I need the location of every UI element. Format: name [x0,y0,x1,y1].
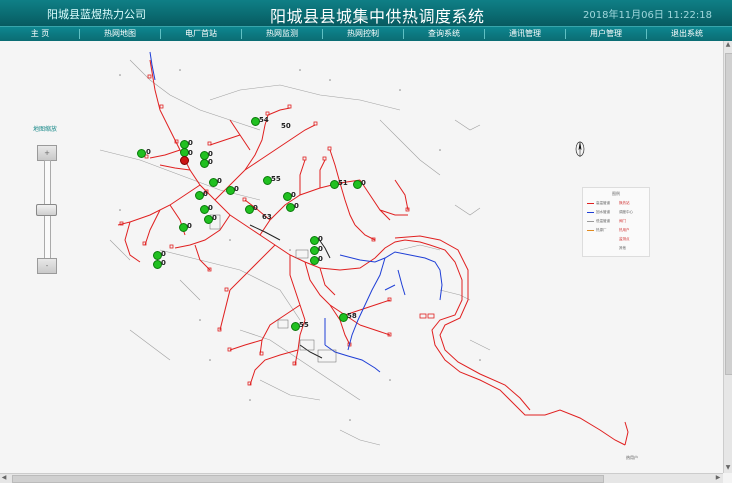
station-value: 0 [203,190,208,198]
zoom-slider-thumb[interactable] [36,204,57,216]
zoom-in-button[interactable]: + [37,145,57,161]
station-value: 55 [299,321,309,329]
menu-network-control[interactable]: 热网控制 [323,27,403,41]
company-name: 阳城县蓝煜热力公司 [47,8,146,21]
legend-swatch [587,230,594,231]
station-value: 51 [338,179,348,187]
station-value: 0 [234,185,239,193]
station-value: 55 [271,175,281,183]
station-value: 0 [208,158,213,166]
legend-item: 监测点 [619,237,630,241]
station-value: 0 [188,149,193,157]
station-value: 0 [253,204,258,212]
system-title: 阳城县县城集中供热调度系统 [270,7,485,26]
station-value: 58 [347,312,357,320]
station-value: 0 [187,222,192,230]
station-value: 0 [318,255,323,263]
station-value: 0 [361,179,366,187]
legend-swatch [587,221,594,222]
scroll-left-icon[interactable]: ◀ [0,474,8,482]
menu-query-system[interactable]: 查询系统 [404,27,484,41]
station-value: 0 [318,245,323,253]
station-value: 0 [208,150,213,158]
legend-item: 高温管道 [596,201,610,205]
map-terrain-dots [119,69,481,421]
station-value: 0 [212,214,217,222]
legend-item: 调度中心 [619,210,633,214]
station-value: 0 [188,139,193,147]
map-legend: 图例 高温管道 回水管道 低温管道 热源厂 换热站 调度中心 阀门 热用户 监测… [582,187,650,257]
station-value: 0 [318,235,323,243]
heat-network-map[interactable]: 0 0 0 0 0 54 50 0 55 0 0 0 0 0 63 0 0 51… [0,41,723,473]
menu-home[interactable]: 主 页 [0,27,80,41]
legend-item: 热源厂 [596,228,607,232]
datetime-display: 2018年11月06日 11:22:18 [583,10,712,21]
title-bar: 阳城县蓝煜热力公司 阳城县县城集中供热调度系统 2018年11月06日 11:2… [0,0,732,26]
legend-item: 换热站 [619,201,630,205]
menu-user-management[interactable]: 用户管理 [566,27,646,41]
legend-item: 回水管道 [596,210,610,214]
menu-heat-network-map[interactable]: 热网地图 [80,27,160,41]
station-value: 0 [161,259,166,267]
map-canvas [99,51,629,446]
legend-item: 其他 [619,246,626,250]
zoom-label: 地图缩放 [33,126,58,133]
scroll-down-icon[interactable]: ▼ [724,464,732,472]
station-value: 0 [294,202,299,210]
scroll-right-icon[interactable]: ▶ [714,474,722,482]
supply-pipes [117,59,629,446]
menu-communication[interactable]: 通讯管理 [485,27,565,41]
station-value: 0 [217,177,222,185]
vertical-scroll-thumb[interactable] [725,53,732,375]
station-value: 0 [161,250,166,258]
legend-swatch [587,212,594,213]
scroll-up-icon[interactable]: ▲ [724,41,732,49]
vertical-scrollbar[interactable]: ▲ ▼ [723,41,732,473]
zoom-out-button[interactable]: - [37,258,57,274]
station-value: 0 [146,148,151,156]
station-value: 50 [281,122,291,130]
valve-markers [119,74,435,386]
map-end-label: 热用户 [626,455,638,460]
station-node[interactable] [137,149,146,158]
legend-item: 热用户 [619,228,630,232]
legend-title: 图例 [612,191,620,196]
legend-item: 低温管道 [596,219,610,223]
station-value: 0 [291,191,296,199]
north-arrow-icon [575,141,585,157]
menu-network-monitoring[interactable]: 热网监测 [242,27,322,41]
station-value: 0 [208,204,213,212]
menu-power-plant-station[interactable]: 电厂首站 [161,27,241,41]
station-value: 63 [262,213,272,221]
legend-item: 阀门 [619,219,626,223]
station-node-alarm[interactable] [180,156,189,165]
main-menu-bar: 主 页 热网地图 电厂首站 热网监测 热网控制 查询系统 通讯管理 用户管理 退… [0,26,732,42]
menu-exit-system[interactable]: 退出系统 [647,27,727,41]
station-value: 54 [259,116,269,124]
legend-swatch [587,203,594,204]
